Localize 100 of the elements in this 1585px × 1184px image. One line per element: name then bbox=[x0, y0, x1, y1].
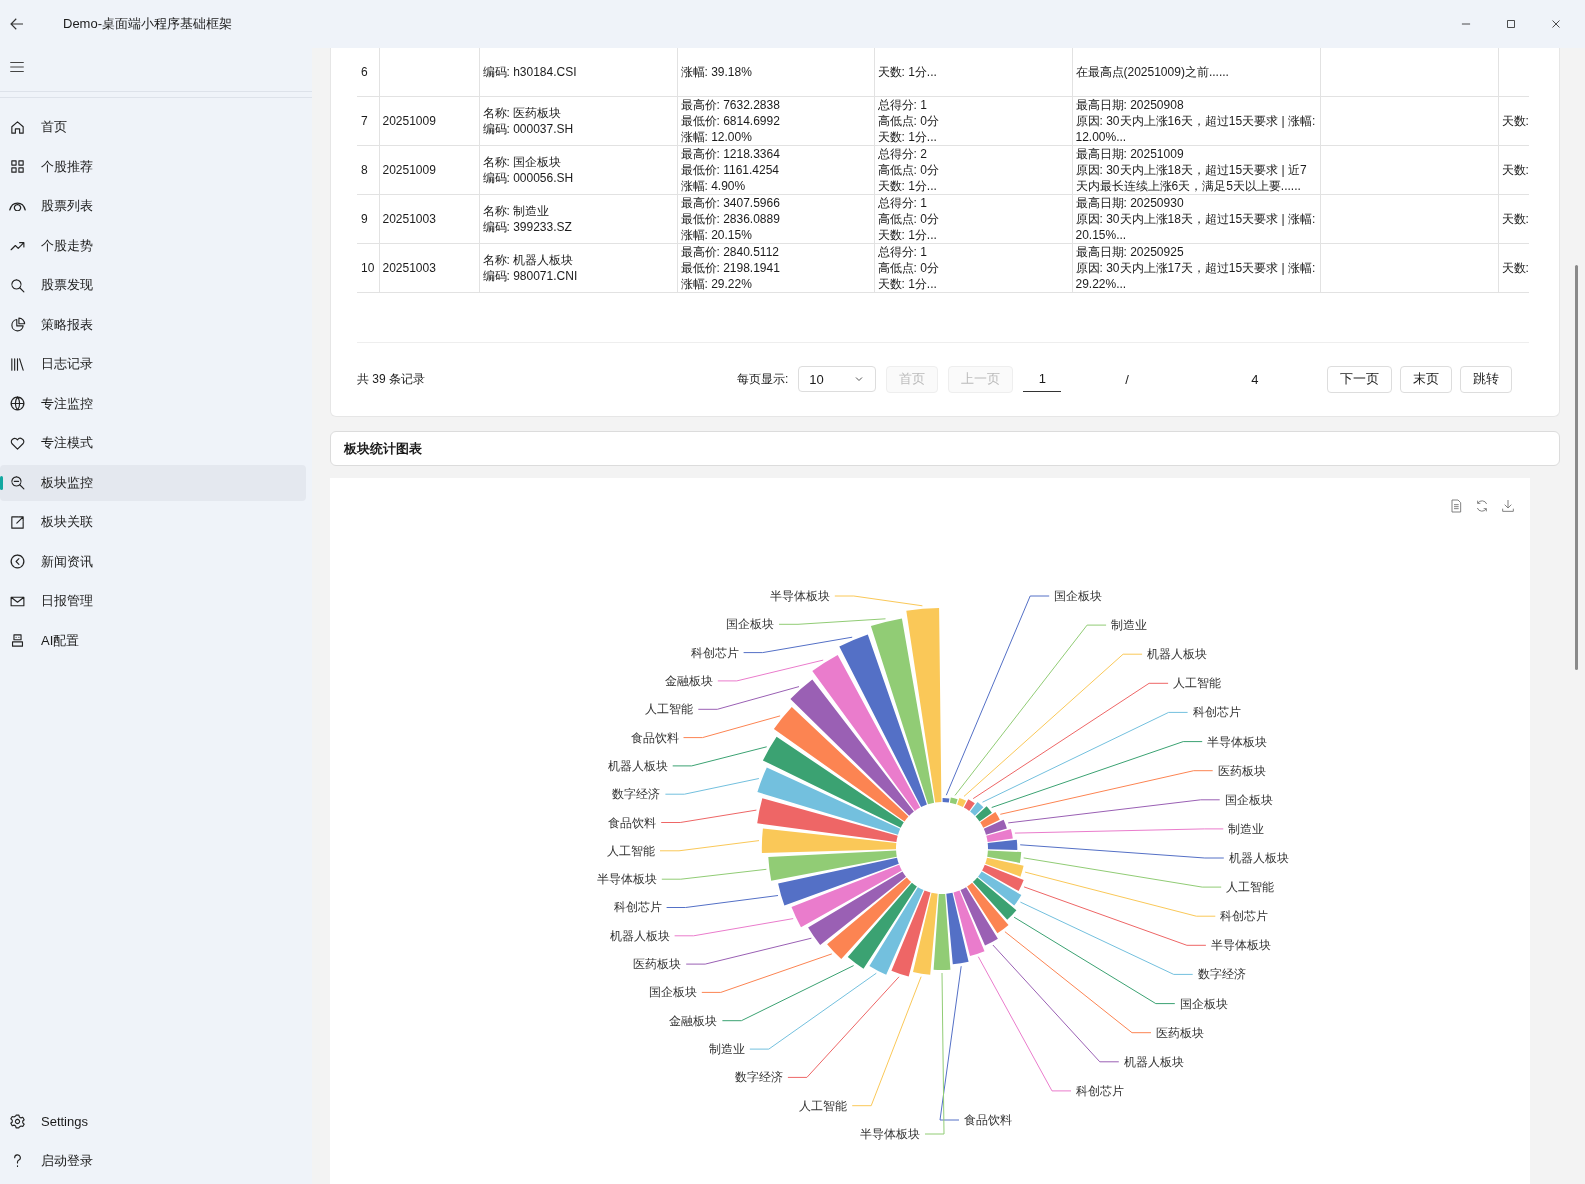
sidebar-item[interactable]: 策略报表 bbox=[0, 306, 306, 343]
page-size-select[interactable]: 10 bbox=[798, 366, 877, 392]
table-cell: 7 bbox=[361, 114, 368, 128]
chart-label: 机器人板块 bbox=[1228, 852, 1289, 864]
table-cell: 天数: bbox=[1501, 261, 1529, 275]
page-size-label: 每页显示: bbox=[737, 370, 789, 388]
table-cell-text: 编码: 980071.CNI bbox=[482, 268, 579, 284]
table-cell-text: 名称: 机器人板块 bbox=[482, 252, 575, 268]
table-cell-text: 总得分: 1 bbox=[877, 244, 928, 260]
download-icon[interactable] bbox=[1500, 498, 1516, 514]
page-count: 4 bbox=[1251, 371, 1260, 387]
table-cell: 天数: bbox=[1501, 163, 1529, 177]
chart-label: 食品饮料 bbox=[630, 731, 679, 744]
rose-segment bbox=[975, 806, 992, 822]
chart-label: 半导体板块 bbox=[860, 1128, 920, 1140]
table-cell: 原因: 30天内上涨18天，超过15天要求 | 涨幅: 20.15%... bbox=[1075, 211, 1317, 243]
rose-segment bbox=[963, 799, 975, 811]
sidebar-item[interactable]: 个股推荐 bbox=[0, 148, 306, 185]
chart-label: 半导体板块 bbox=[596, 873, 657, 886]
table-cell: 原因: 30天内上涨16天，超过15天要求 | 涨幅: 12.00%... bbox=[1075, 113, 1317, 145]
sidebar-item[interactable]: 板块监控 bbox=[0, 464, 306, 501]
table-cell-text: 天数: 1分... bbox=[877, 227, 938, 243]
table-cell: 天数: bbox=[1501, 212, 1529, 226]
chart-label: 数字经济 bbox=[1197, 968, 1246, 981]
search-icon bbox=[9, 276, 26, 294]
table-cell-text: 天数: 1分... bbox=[877, 276, 938, 292]
refresh-icon[interactable] bbox=[1474, 498, 1490, 514]
sidebar-item[interactable]: 新闻资讯 bbox=[0, 543, 306, 580]
eye-icon bbox=[9, 201, 26, 211]
sidebar-item[interactable]: 日报管理 bbox=[0, 583, 306, 619]
vertical-scrollbar[interactable] bbox=[1575, 265, 1578, 670]
table-cell-text: 最高价: 1218.3364 bbox=[680, 146, 781, 162]
table-cell: 10 bbox=[361, 261, 375, 275]
chart-label: 人工智能 bbox=[1173, 677, 1222, 690]
page-input[interactable]: 1 bbox=[1023, 366, 1062, 392]
table-cell-text: 天数: 1分... bbox=[877, 64, 938, 80]
table-cell-text: 名称: 医药板块 bbox=[482, 105, 563, 121]
table-cell: 20251003 bbox=[382, 212, 436, 226]
table-cell-text: 高低点: 0分 bbox=[877, 162, 940, 178]
pager-button[interactable]: 末页 bbox=[1400, 365, 1453, 393]
rose-segment bbox=[986, 828, 1013, 842]
pager-button[interactable]: 跳转 bbox=[1460, 365, 1513, 393]
table-cell-text: 最低价: 1161.4254 bbox=[680, 162, 780, 178]
table-cell-text: 最低价: 2836.0889 bbox=[680, 211, 781, 227]
chart-label: 国企板块 bbox=[726, 618, 775, 631]
chart-label: 制造业 bbox=[708, 1043, 745, 1056]
table-cell: 天数: bbox=[1501, 114, 1529, 128]
chart-label: 人工智能 bbox=[645, 703, 694, 716]
chart-label: 医药板块 bbox=[633, 958, 682, 971]
sidebar-item[interactable]: 股票列表 bbox=[0, 188, 306, 224]
maximize-icon[interactable] bbox=[1504, 17, 1518, 31]
rose-segment bbox=[980, 812, 1000, 828]
chart-label: 金融板块 bbox=[664, 674, 713, 687]
table-cell-text: 最低价: 6814.6992 bbox=[680, 113, 781, 129]
table-cell-text: 涨幅: 12.00% bbox=[680, 129, 753, 145]
sidebar-item[interactable]: 首页 bbox=[0, 109, 306, 145]
table-cell-text: 总得分: 1 bbox=[877, 97, 928, 113]
sidebar-item[interactable]: 板块关联 bbox=[0, 504, 306, 540]
chart-label: 半导体板块 bbox=[1207, 735, 1268, 748]
chart-label: 数字经济 bbox=[612, 788, 661, 801]
sidebar-item[interactable]: 股票发现 bbox=[0, 267, 306, 303]
table-cell-text: 高低点: 0分 bbox=[877, 211, 940, 227]
sidebar-item[interactable]: AI配置 bbox=[0, 622, 306, 659]
table-cell-text: 最高价: 3407.5966 bbox=[680, 195, 781, 211]
pie-chart-icon bbox=[9, 316, 26, 333]
chart-label: 半导体板块 bbox=[769, 590, 830, 602]
sidebar-item[interactable]: 个股走势 bbox=[0, 227, 306, 264]
table-cell-text: 最高日期: 20250925 bbox=[1075, 244, 1185, 260]
rose-segment bbox=[957, 797, 967, 807]
table-cell-text: 最高日期: 20250930 bbox=[1075, 195, 1185, 211]
table-cell-text: 涨幅: 39.18% bbox=[680, 64, 753, 80]
chart-label: 数字经济 bbox=[734, 1071, 783, 1084]
sidebar-item[interactable]: 启动登录 bbox=[0, 1142, 306, 1179]
table-cell-text: 最高日期: 20250908 bbox=[1075, 97, 1185, 113]
chart-label: 国企板块 bbox=[1224, 793, 1273, 806]
chart-label: 机器人板块 bbox=[609, 929, 670, 942]
chart-label: 国企板块 bbox=[1179, 997, 1228, 1010]
sidebar-item[interactable]: 专注模式 bbox=[0, 425, 306, 461]
chart-label: 机器人板块 bbox=[1147, 648, 1208, 661]
sidebar-item[interactable]: 日志记录 bbox=[0, 346, 306, 382]
chart-label: 科创芯片 bbox=[1192, 706, 1241, 719]
table-cell-text: 最高价: 2840.5112 bbox=[680, 244, 780, 260]
sidebar-item[interactable]: 专注监控 bbox=[0, 385, 306, 422]
pager-button[interactable]: 下一页 bbox=[1327, 365, 1393, 393]
chart-label: 国企板块 bbox=[648, 986, 697, 999]
table-cell-text: 天数: 1分... bbox=[877, 129, 938, 145]
rose-segment bbox=[987, 839, 1018, 851]
document-icon[interactable] bbox=[1448, 498, 1464, 514]
table-cell: 9 bbox=[361, 212, 368, 226]
record-count: 共 39 条记录 bbox=[357, 370, 426, 388]
chart-label: 制造业 bbox=[1111, 619, 1148, 632]
chart-label: 食品饮料 bbox=[608, 816, 657, 829]
table-cell-text: 最高日期: 20251009 bbox=[1075, 146, 1185, 162]
table-cell-text: 涨幅: 4.90% bbox=[680, 178, 747, 194]
table-cell-text: 总得分: 1 bbox=[877, 195, 928, 211]
chart-label: 医药板块 bbox=[1217, 764, 1266, 777]
table-cell-text: 名称: 制造业 bbox=[482, 203, 551, 219]
table-cell: 20251009 bbox=[382, 163, 436, 177]
chart-label: 食品饮料 bbox=[964, 1114, 1012, 1126]
sidebar-item[interactable]: Settings bbox=[0, 1103, 306, 1139]
